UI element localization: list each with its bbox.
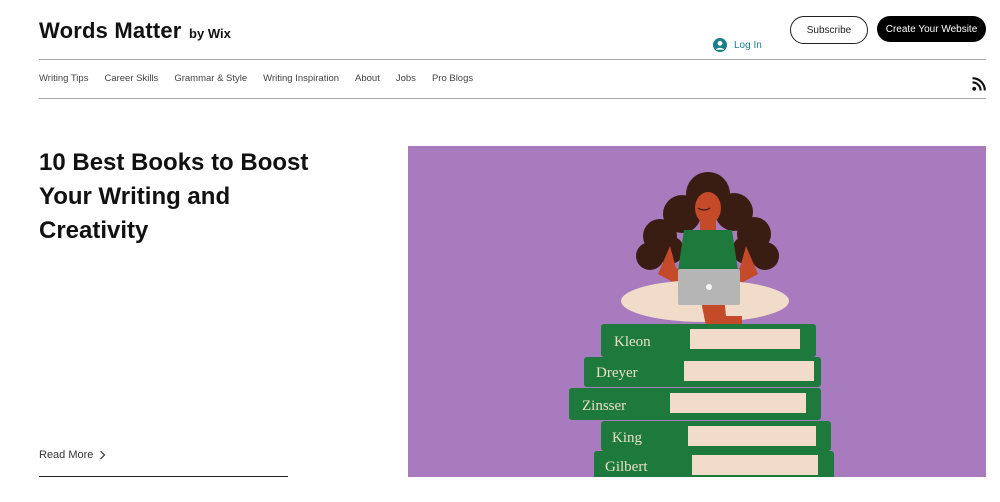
book-gilbert: Gilbert (605, 459, 648, 475)
book-stack: Kleon Dreyer Zinsser King Gilbert (569, 324, 834, 477)
logo-title: Words Matter (39, 18, 182, 43)
reader-on-books-illustration: Kleon Dreyer Zinsser King Gilbert (408, 146, 986, 477)
subscribe-button[interactable]: Subscribe (790, 16, 868, 44)
nav-item-writing-inspiration[interactable]: Writing Inspiration (263, 73, 339, 84)
nav-item-grammar-style[interactable]: Grammar & Style (174, 73, 247, 84)
nav-divider (39, 98, 986, 99)
logo-by-wix: by Wix (189, 26, 231, 41)
nav-item-pro-blogs[interactable]: Pro Blogs (432, 73, 473, 84)
site-logo[interactable]: Words Matter by Wix (39, 18, 231, 44)
login-label: Log In (734, 39, 762, 51)
read-more-link[interactable]: Read More (39, 449, 106, 461)
nav-item-writing-tips[interactable]: Writing Tips (39, 73, 88, 84)
chevron-right-icon (100, 450, 106, 460)
nav-item-jobs[interactable]: Jobs (396, 73, 416, 84)
read-more-label: Read More (39, 449, 94, 461)
post-title[interactable]: 10 Best Books to Boost Your Writing and … (39, 146, 339, 248)
post-cover-image[interactable]: Kleon Dreyer Zinsser King Gilbert (408, 146, 986, 477)
book-king: King (612, 430, 643, 446)
rss-icon (972, 77, 986, 91)
create-website-button[interactable]: Create Your Website (877, 16, 986, 42)
book-zinsser: Zinsser (582, 398, 626, 414)
rss-feed-button[interactable] (972, 77, 986, 96)
book-kleon: Kleon (614, 334, 651, 350)
book-dreyer: Dreyer (596, 365, 638, 381)
nav-item-career-skills[interactable]: Career Skills (104, 73, 158, 84)
nav-item-about[interactable]: About (355, 73, 380, 84)
header-divider (39, 59, 986, 60)
category-nav: Writing Tips Career Skills Grammar & Sty… (39, 73, 473, 84)
user-avatar-icon (713, 38, 727, 52)
login-link[interactable]: Log In (713, 38, 762, 52)
read-more-underline (39, 476, 288, 477)
